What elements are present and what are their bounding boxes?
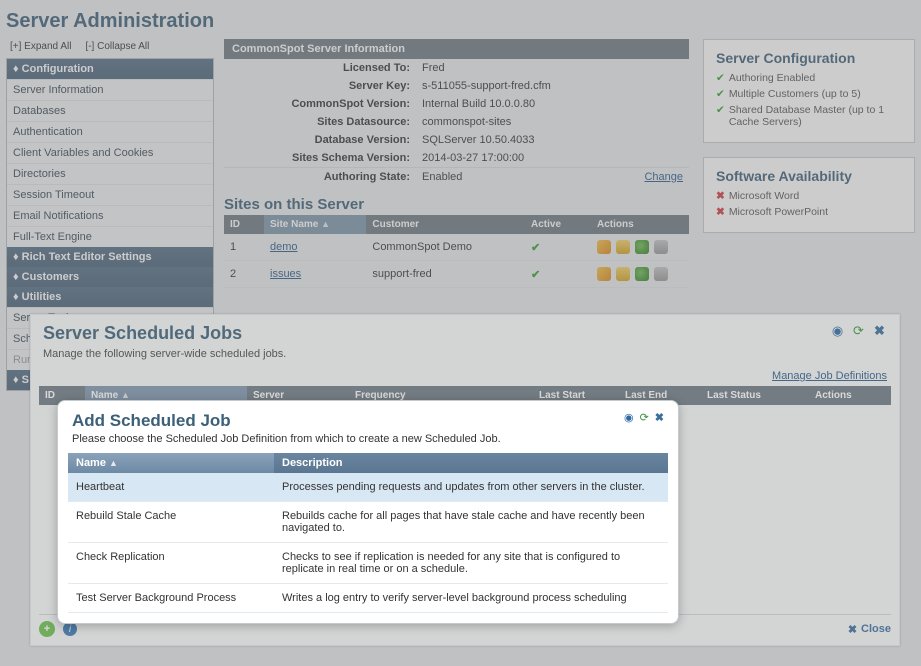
folder-icon[interactable]: [616, 267, 630, 281]
table-row[interactable]: Check ReplicationChecks to see if replic…: [68, 543, 668, 584]
trash-icon[interactable]: [654, 240, 668, 254]
nav-item[interactable]: Email Notifications: [7, 205, 213, 226]
job-definitions-table: Name ▲ Description HeartbeatProcesses pe…: [68, 453, 668, 613]
pencil-icon[interactable]: [597, 267, 611, 281]
add-scheduled-job-dialog: Add Scheduled Job ◉ ⟳ ✖ Please choose th…: [57, 400, 679, 624]
server-info-table: Licensed To:Fred Server Key:s-511055-sup…: [224, 59, 689, 186]
check-icon: ✔: [716, 72, 725, 84]
globe-icon[interactable]: [635, 267, 649, 281]
dialog-title: Add Scheduled Job: [72, 411, 231, 431]
site-link[interactable]: issues: [270, 268, 301, 280]
pencil-icon[interactable]: [597, 240, 611, 254]
help-icon[interactable]: ◉: [830, 323, 845, 338]
sites-table: ID Site Name ▲ Customer Active Actions 1…: [224, 215, 689, 288]
nav-item[interactable]: Session Timeout: [7, 184, 213, 205]
close-button[interactable]: ✖ Close: [848, 623, 891, 636]
table-row[interactable]: Test Server Background ProcessWrites a l…: [68, 584, 668, 613]
sites-heading: Sites on this Server: [224, 196, 689, 213]
nav-item[interactable]: Server Information: [7, 79, 213, 100]
nav-item[interactable]: Databases: [7, 100, 213, 121]
nav-header-configuration[interactable]: ♦ Configuration: [7, 59, 213, 79]
table-row[interactable]: HeartbeatProcesses pending requests and …: [68, 473, 668, 502]
table-row[interactable]: 2 issues support-fred ✔: [224, 261, 689, 288]
close-icon[interactable]: ✖: [655, 411, 664, 424]
page-title: Server Administration: [0, 0, 921, 39]
check-icon: ✔: [716, 104, 725, 128]
refresh-icon[interactable]: ⟳: [640, 411, 649, 424]
dialog-title: Server Scheduled Jobs: [43, 323, 242, 344]
manage-job-definitions-link[interactable]: Manage Job Definitions: [31, 366, 899, 386]
server-config-card: Server Configuration ✔Authoring Enabled …: [703, 39, 915, 143]
check-icon: ✔: [531, 269, 540, 281]
expand-all-button[interactable]: [+] Expand All: [6, 39, 75, 54]
add-job-button[interactable]: +: [39, 621, 55, 637]
nav-header-rte[interactable]: ♦ Rich Text Editor Settings: [7, 247, 213, 267]
info-icon[interactable]: i: [63, 622, 77, 636]
nav-header-customers[interactable]: ♦ Customers: [7, 267, 213, 287]
change-authoring-link[interactable]: Change: [644, 171, 683, 183]
dialog-subtitle: Please choose the Scheduled Job Definiti…: [58, 433, 678, 453]
x-icon: ✖: [716, 190, 725, 202]
nav-item[interactable]: Client Variables and Cookies: [7, 142, 213, 163]
x-icon: ✖: [716, 206, 725, 218]
collapse-all-button[interactable]: [-] Collapse All: [81, 39, 153, 54]
table-row[interactable]: Rebuild Stale CacheRebuilds cache for al…: [68, 502, 668, 543]
globe-icon[interactable]: [635, 240, 649, 254]
help-icon[interactable]: ◉: [624, 411, 634, 424]
dialog-subtitle: Manage the following server-wide schedul…: [31, 348, 899, 366]
nav-item[interactable]: Full-Text Engine: [7, 226, 213, 247]
check-icon: ✔: [716, 88, 725, 100]
site-link[interactable]: demo: [270, 241, 298, 253]
trash-icon[interactable]: [654, 267, 668, 281]
nav-header-utilities[interactable]: ♦ Utilities: [7, 287, 213, 307]
nav-item[interactable]: Directories: [7, 163, 213, 184]
folder-icon[interactable]: [616, 240, 630, 254]
refresh-icon[interactable]: ⟳: [851, 323, 866, 338]
nav-item[interactable]: Authentication: [7, 121, 213, 142]
software-avail-card: Software Availability ✖Microsoft Word ✖M…: [703, 157, 915, 233]
close-icon[interactable]: ✖: [872, 323, 887, 338]
table-row[interactable]: 1 demo CommonSpot Demo ✔: [224, 234, 689, 261]
check-icon: ✔: [531, 242, 540, 254]
info-panel-title: CommonSpot Server Information: [224, 39, 689, 59]
